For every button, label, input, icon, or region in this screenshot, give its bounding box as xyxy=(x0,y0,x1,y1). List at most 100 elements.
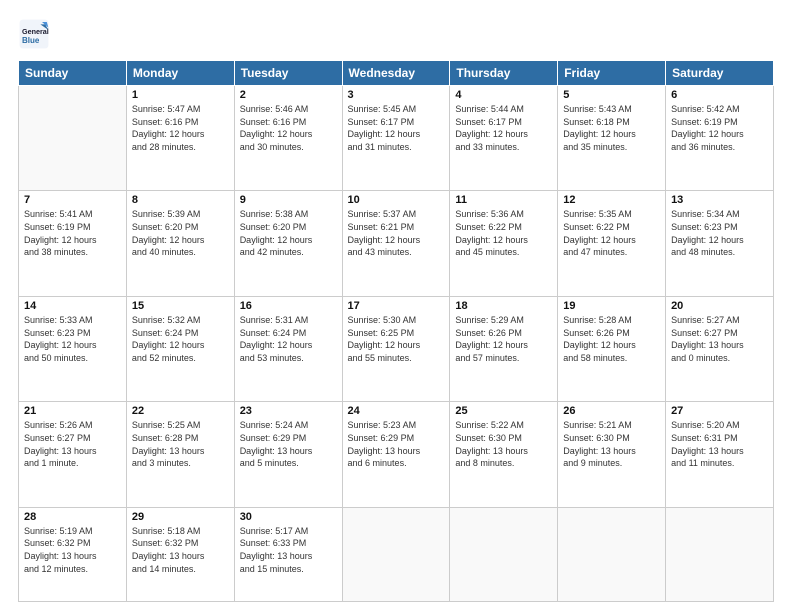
day-info: Sunrise: 5:34 AM Sunset: 6:23 PM Dayligh… xyxy=(671,208,768,258)
weekday-header: Friday xyxy=(558,61,666,86)
header: General Blue xyxy=(18,18,774,50)
day-number: 23 xyxy=(240,405,337,417)
day-number: 27 xyxy=(671,405,768,417)
day-info: Sunrise: 5:24 AM Sunset: 6:29 PM Dayligh… xyxy=(240,419,337,469)
day-info: Sunrise: 5:20 AM Sunset: 6:31 PM Dayligh… xyxy=(671,419,768,469)
day-info: Sunrise: 5:47 AM Sunset: 6:16 PM Dayligh… xyxy=(132,103,229,153)
day-info: Sunrise: 5:33 AM Sunset: 6:23 PM Dayligh… xyxy=(24,314,121,364)
day-info: Sunrise: 5:30 AM Sunset: 6:25 PM Dayligh… xyxy=(348,314,445,364)
calendar-cell xyxy=(558,507,666,601)
day-number: 13 xyxy=(671,194,768,206)
calendar-cell: 18 Sunrise: 5:29 AM Sunset: 6:26 PM Dayli… xyxy=(450,296,558,401)
logo-icon: General Blue xyxy=(18,18,50,50)
calendar-cell: 14 Sunrise: 5:33 AM Sunset: 6:23 PM Dayli… xyxy=(19,296,127,401)
calendar-cell xyxy=(450,507,558,601)
svg-text:General: General xyxy=(22,27,49,36)
calendar-cell xyxy=(666,507,774,601)
calendar-cell: 8Sunrise: 5:39 AM Sunset: 6:20 PM Daylig… xyxy=(126,191,234,296)
day-number: 5 xyxy=(563,89,660,101)
calendar-cell: 10Sunrise: 5:37 AM Sunset: 6:21 PM Dayli… xyxy=(342,191,450,296)
day-info: Sunrise: 5:39 AM Sunset: 6:20 PM Dayligh… xyxy=(132,208,229,258)
svg-text:Blue: Blue xyxy=(22,36,40,45)
day-number: 12 xyxy=(563,194,660,206)
day-number: 24 xyxy=(348,405,445,417)
day-info: Sunrise: 5:35 AM Sunset: 6:22 PM Dayligh… xyxy=(563,208,660,258)
calendar-week-row: 1Sunrise: 5:47 AM Sunset: 6:16 PM Daylig… xyxy=(19,86,774,191)
calendar-cell: 9 Sunrise: 5:38 AM Sunset: 6:20 PM Daylig… xyxy=(234,191,342,296)
calendar-cell: 15Sunrise: 5:32 AM Sunset: 6:24 PM Dayli… xyxy=(126,296,234,401)
day-info: Sunrise: 5:28 AM Sunset: 6:26 PM Dayligh… xyxy=(563,314,660,364)
weekday-header: Tuesday xyxy=(234,61,342,86)
day-info: Sunrise: 5:19 AM Sunset: 6:32 PM Dayligh… xyxy=(24,525,121,575)
calendar-cell: 2 Sunrise: 5:46 AM Sunset: 6:16 PM Daylig… xyxy=(234,86,342,191)
day-info: Sunrise: 5:46 AM Sunset: 6:16 PM Dayligh… xyxy=(240,103,337,153)
calendar-cell: 22 Sunrise: 5:25 AM Sunset: 6:28 PM Dayli… xyxy=(126,402,234,507)
day-number: 7 xyxy=(24,194,121,206)
day-info: Sunrise: 5:25 AM Sunset: 6:28 PM Dayligh… xyxy=(132,419,229,469)
calendar-cell: 5 Sunrise: 5:43 AM Sunset: 6:18 PM Daylig… xyxy=(558,86,666,191)
day-info: Sunrise: 5:42 AM Sunset: 6:19 PM Dayligh… xyxy=(671,103,768,153)
calendar-cell: 26Sunrise: 5:21 AM Sunset: 6:30 PM Dayli… xyxy=(558,402,666,507)
day-number: 22 xyxy=(132,405,229,417)
day-number: 19 xyxy=(563,300,660,312)
calendar-cell: 24 Sunrise: 5:23 AM Sunset: 6:29 PM Dayli… xyxy=(342,402,450,507)
calendar-cell: 7 Sunrise: 5:41 AM Sunset: 6:19 PM Daylig… xyxy=(19,191,127,296)
page: General Blue SundayMondayTuesdayWednesda… xyxy=(0,0,792,612)
day-info: Sunrise: 5:41 AM Sunset: 6:19 PM Dayligh… xyxy=(24,208,121,258)
calendar-cell: 30 Sunrise: 5:17 AM Sunset: 6:33 PM Dayli… xyxy=(234,507,342,601)
day-number: 10 xyxy=(348,194,445,206)
day-info: Sunrise: 5:22 AM Sunset: 6:30 PM Dayligh… xyxy=(455,419,552,469)
calendar-cell: 12 Sunrise: 5:35 AM Sunset: 6:22 PM Dayli… xyxy=(558,191,666,296)
day-number: 11 xyxy=(455,194,552,206)
day-number: 21 xyxy=(24,405,121,417)
weekday-header: Monday xyxy=(126,61,234,86)
calendar-table: SundayMondayTuesdayWednesdayThursdayFrid… xyxy=(18,60,774,602)
weekday-header: Saturday xyxy=(666,61,774,86)
calendar-cell: 28Sunrise: 5:19 AM Sunset: 6:32 PM Dayli… xyxy=(19,507,127,601)
day-number: 3 xyxy=(348,89,445,101)
day-number: 30 xyxy=(240,511,337,523)
day-info: Sunrise: 5:17 AM Sunset: 6:33 PM Dayligh… xyxy=(240,525,337,575)
day-info: Sunrise: 5:43 AM Sunset: 6:18 PM Dayligh… xyxy=(563,103,660,153)
calendar-cell xyxy=(342,507,450,601)
weekday-header: Thursday xyxy=(450,61,558,86)
day-number: 16 xyxy=(240,300,337,312)
day-info: Sunrise: 5:38 AM Sunset: 6:20 PM Dayligh… xyxy=(240,208,337,258)
day-number: 17 xyxy=(348,300,445,312)
day-info: Sunrise: 5:31 AM Sunset: 6:24 PM Dayligh… xyxy=(240,314,337,364)
calendar-cell: 3Sunrise: 5:45 AM Sunset: 6:17 PM Daylig… xyxy=(342,86,450,191)
day-info: Sunrise: 5:32 AM Sunset: 6:24 PM Dayligh… xyxy=(132,314,229,364)
calendar-cell: 6 Sunrise: 5:42 AM Sunset: 6:19 PM Daylig… xyxy=(666,86,774,191)
day-number: 20 xyxy=(671,300,768,312)
calendar-cell: 1Sunrise: 5:47 AM Sunset: 6:16 PM Daylig… xyxy=(126,86,234,191)
day-info: Sunrise: 5:29 AM Sunset: 6:26 PM Dayligh… xyxy=(455,314,552,364)
day-number: 18 xyxy=(455,300,552,312)
calendar-cell: 25Sunrise: 5:22 AM Sunset: 6:30 PM Dayli… xyxy=(450,402,558,507)
calendar-cell: 27 Sunrise: 5:20 AM Sunset: 6:31 PM Dayli… xyxy=(666,402,774,507)
calendar-week-row: 14 Sunrise: 5:33 AM Sunset: 6:23 PM Dayli… xyxy=(19,296,774,401)
calendar-cell: 23 Sunrise: 5:24 AM Sunset: 6:29 PM Dayli… xyxy=(234,402,342,507)
calendar-week-row: 21Sunrise: 5:26 AM Sunset: 6:27 PM Dayli… xyxy=(19,402,774,507)
day-info: Sunrise: 5:23 AM Sunset: 6:29 PM Dayligh… xyxy=(348,419,445,469)
calendar-week-row: 28Sunrise: 5:19 AM Sunset: 6:32 PM Dayli… xyxy=(19,507,774,601)
calendar-cell: 17 Sunrise: 5:30 AM Sunset: 6:25 PM Dayli… xyxy=(342,296,450,401)
day-number: 4 xyxy=(455,89,552,101)
day-number: 9 xyxy=(240,194,337,206)
calendar-cell: 13 Sunrise: 5:34 AM Sunset: 6:23 PM Dayli… xyxy=(666,191,774,296)
day-number: 6 xyxy=(671,89,768,101)
calendar-cell: 21Sunrise: 5:26 AM Sunset: 6:27 PM Dayli… xyxy=(19,402,127,507)
weekday-header: Sunday xyxy=(19,61,127,86)
calendar-week-row: 7 Sunrise: 5:41 AM Sunset: 6:19 PM Daylig… xyxy=(19,191,774,296)
day-info: Sunrise: 5:36 AM Sunset: 6:22 PM Dayligh… xyxy=(455,208,552,258)
calendar-cell: 19 Sunrise: 5:28 AM Sunset: 6:26 PM Dayli… xyxy=(558,296,666,401)
day-number: 2 xyxy=(240,89,337,101)
day-number: 14 xyxy=(24,300,121,312)
day-info: Sunrise: 5:18 AM Sunset: 6:32 PM Dayligh… xyxy=(132,525,229,575)
day-number: 26 xyxy=(563,405,660,417)
logo: General Blue xyxy=(18,18,54,50)
day-number: 29 xyxy=(132,511,229,523)
calendar-cell: 20 Sunrise: 5:27 AM Sunset: 6:27 PM Dayli… xyxy=(666,296,774,401)
day-info: Sunrise: 5:27 AM Sunset: 6:27 PM Dayligh… xyxy=(671,314,768,364)
calendar-cell xyxy=(19,86,127,191)
weekday-header: Wednesday xyxy=(342,61,450,86)
